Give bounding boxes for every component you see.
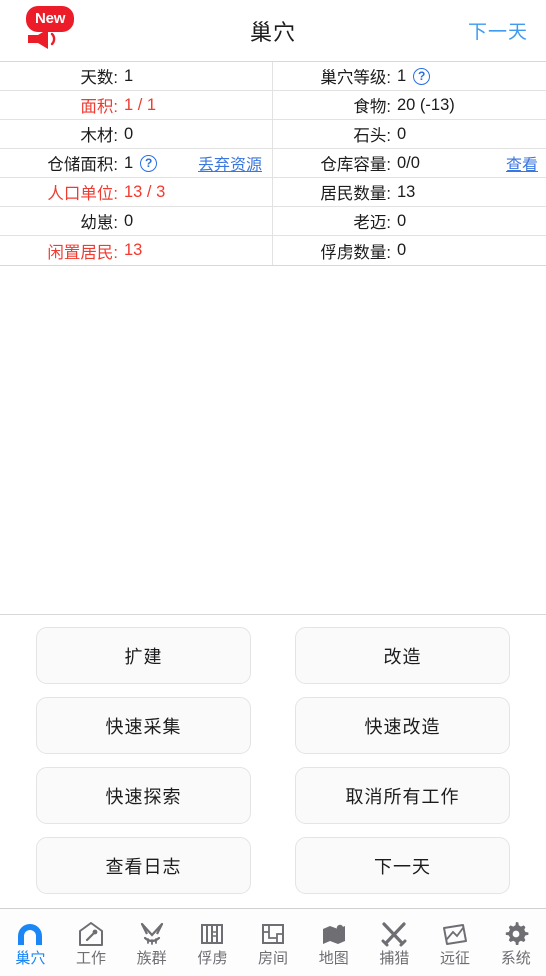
stat-cell-storage-area: 仓储面积: 1? 丢弃资源 <box>0 149 273 177</box>
floorplan-icon <box>258 919 288 949</box>
tab-expedition[interactable]: 远征 <box>425 909 486 976</box>
stat-value: 0 <box>397 241 407 259</box>
stat-cell-area: 面积: 1 / 1 <box>0 91 273 119</box>
stat-label: 人口单位: <box>47 185 118 203</box>
map-pin-icon <box>319 919 349 949</box>
table-row: 幼崽: 0 老迈: 0 <box>0 207 546 236</box>
tab-prisoners[interactable]: 俘虏 <box>182 909 243 976</box>
quick-gather-button[interactable]: 快速采集 <box>36 697 251 754</box>
stat-label: 面积: <box>80 98 118 116</box>
stat-cell-wood: 木材: 0 <box>0 120 273 148</box>
stat-value: 1 <box>124 66 134 85</box>
stat-value: 0 <box>397 211 407 230</box>
remodel-button[interactable]: 改造 <box>295 627 510 684</box>
quick-explore-button[interactable]: 快速探索 <box>36 767 251 824</box>
prison-bars-icon <box>197 919 227 949</box>
quick-remodel-button[interactable]: 快速改造 <box>295 697 510 754</box>
help-icon[interactable]: ? <box>413 67 431 85</box>
expand-button[interactable]: 扩建 <box>36 627 251 684</box>
stat-cell-population-units: 人口单位: 13 / 3 <box>0 178 273 206</box>
stat-cell-idle-residents: 闲置居民: 13 <box>0 236 273 265</box>
stat-label: 闲置居民: <box>47 243 118 262</box>
stat-label: 仓库容量: <box>320 156 391 174</box>
stat-label: 木材: <box>80 127 118 145</box>
stat-cell-cubs: 幼崽: 0 <box>0 207 273 235</box>
stat-label: 仓储面积: <box>47 156 118 174</box>
content-empty-area <box>0 266 546 614</box>
expedition-banner-icon <box>440 919 470 949</box>
table-row: 仓储面积: 1? 丢弃资源 仓库容量: 0/0 查看 <box>0 149 546 178</box>
stat-label: 老迈: <box>353 214 391 232</box>
table-row: 木材: 0 石头: 0 <box>0 120 546 149</box>
next-day-button[interactable]: 下一天 <box>295 837 510 894</box>
tab-label: 工作 <box>76 950 107 967</box>
gear-icon <box>501 919 531 949</box>
table-row: 人口单位: 13 / 3 居民数量: 13 <box>0 178 546 207</box>
tab-label: 地图 <box>318 950 349 967</box>
view-log-button[interactable]: 查看日志 <box>36 837 251 894</box>
tab-tribe[interactable]: 族群 <box>121 909 182 976</box>
tab-nest[interactable]: 巢穴 <box>0 909 61 976</box>
table-row: 闲置居民: 13 俘虏数量: 0 <box>0 236 546 265</box>
stat-label: 幼崽: <box>80 214 118 232</box>
stat-value: 1 <box>124 153 134 172</box>
tab-map[interactable]: 地图 <box>303 909 364 976</box>
crossed-swords-icon <box>379 919 409 949</box>
stat-label: 天数: <box>80 69 118 87</box>
app-root: New 巢穴 下一天 天数: 1 巢穴等级: 1? 面积: 1 / 1 食物: 20 (… <box>0 0 546 976</box>
discard-resources-link[interactable]: 丢弃资源 <box>198 151 262 175</box>
workshop-house-icon <box>76 919 106 949</box>
tab-label: 族群 <box>136 950 167 967</box>
stat-value: 13 <box>124 241 143 259</box>
app-header: New 巢穴 下一天 <box>0 0 546 62</box>
stat-cell-stone: 石头: 0 <box>273 120 546 148</box>
view-warehouse-link[interactable]: 查看 <box>506 151 538 175</box>
stat-value: 0 <box>124 124 134 143</box>
tab-hunt[interactable]: 捕猎 <box>364 909 425 976</box>
cave-icon <box>15 919 45 949</box>
stat-value: 20 (-13) <box>397 95 455 114</box>
stat-value: 1 / 1 <box>124 95 157 114</box>
page-title: 巢穴 <box>249 19 296 45</box>
table-row: 面积: 1 / 1 食物: 20 (-13) <box>0 91 546 120</box>
stat-label: 俘虏数量: <box>320 243 391 262</box>
tab-label: 远征 <box>440 950 471 967</box>
stat-value: 0/0 <box>397 153 420 172</box>
next-day-header-button[interactable]: 下一天 <box>468 17 528 44</box>
cancel-all-jobs-button[interactable]: 取消所有工作 <box>295 767 510 824</box>
action-button-grid: 扩建 改造 快速采集 快速改造 快速探索 取消所有工作 查看日志 下一天 <box>0 614 546 908</box>
tribe-mask-icon <box>137 919 167 949</box>
stats-table: 天数: 1 巢穴等级: 1? 面积: 1 / 1 食物: 20 (-13) 木材: 0 石… <box>0 62 546 266</box>
stat-cell-nest-level: 巢穴等级: 1? <box>273 62 546 90</box>
stat-cell-elderly: 老迈: 0 <box>273 207 546 235</box>
stat-value: 0 <box>124 211 134 230</box>
stat-cell-food: 食物: 20 (-13) <box>273 91 546 119</box>
stat-cell-warehouse-capacity: 仓库容量: 0/0 查看 <box>273 149 546 177</box>
stat-cell-resident-count: 居民数量: 13 <box>273 178 546 206</box>
stat-value: 13 / 3 <box>124 182 166 201</box>
stat-cell-prisoner-count: 俘虏数量: 0 <box>273 236 546 265</box>
tab-system[interactable]: 系统 <box>485 909 546 976</box>
stat-label: 巢穴等级: <box>320 69 391 87</box>
help-icon[interactable]: ? <box>140 154 158 172</box>
stat-value: 1 <box>397 66 407 85</box>
stat-value: 0 <box>397 124 407 143</box>
tab-rooms[interactable]: 房间 <box>243 909 304 976</box>
stat-label: 石头: <box>353 127 391 145</box>
tab-label: 系统 <box>500 950 531 967</box>
stat-cell-days: 天数: 1 <box>0 62 273 90</box>
tab-label: 房间 <box>258 950 289 967</box>
stat-label: 居民数量: <box>320 185 391 203</box>
new-badge-label: New <box>26 6 75 32</box>
tab-work[interactable]: 工作 <box>61 909 122 976</box>
stat-label: 食物: <box>353 98 391 116</box>
tab-label: 捕猎 <box>379 950 410 967</box>
tab-label: 俘虏 <box>197 950 228 967</box>
stat-value: 13 <box>397 182 416 201</box>
bottom-tab-bar: 巢穴 工作 族群 俘虏 房间 地图 捕猎 远征 系统 <box>0 908 546 976</box>
table-row: 天数: 1 巢穴等级: 1? <box>0 62 546 91</box>
tab-label: 巢穴 <box>15 950 46 967</box>
